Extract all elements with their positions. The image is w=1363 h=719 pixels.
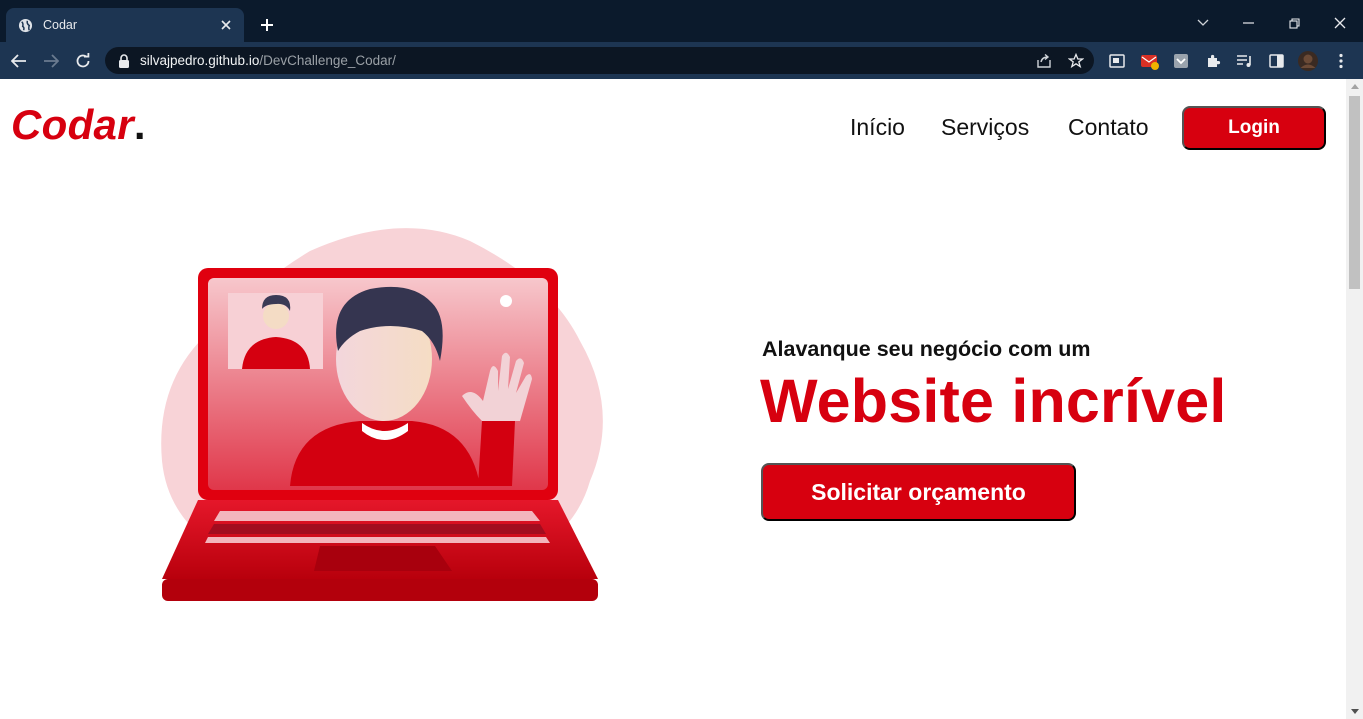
globe-icon: [18, 18, 33, 32]
chevron-down-icon[interactable]: [1180, 8, 1226, 38]
nav-link-inicio[interactable]: Início: [850, 114, 905, 141]
url-host: silvajpedro.github.io: [140, 53, 260, 68]
side-panel-icon[interactable]: [1265, 50, 1287, 72]
address-bar[interactable]: silvajpedro.github.io/DevChallenge_Codar…: [105, 47, 1094, 74]
lock-icon[interactable]: [118, 53, 130, 68]
request-quote-button[interactable]: Solicitar orçamento: [761, 463, 1076, 521]
back-icon[interactable]: [8, 50, 30, 72]
hero-subtitle: Alavanque seu negócio com um: [762, 337, 1091, 361]
mail-extension-icon[interactable]: [1139, 50, 1161, 72]
hero-headline: Website incrível: [760, 367, 1227, 435]
nav-link-contato[interactable]: Contato: [1068, 114, 1149, 141]
reload-icon[interactable]: [72, 50, 94, 72]
plus-icon[interactable]: [255, 14, 279, 36]
tab-title: Codar: [43, 18, 78, 32]
more-icon[interactable]: [1330, 50, 1352, 72]
share-icon[interactable]: [1033, 47, 1055, 74]
web-page: Codar. Início Serviços Contato Login Ala…: [0, 79, 1346, 719]
browser-tab[interactable]: Codar: [6, 8, 244, 42]
logo-dot: .: [133, 101, 146, 148]
scrollbar-thumb[interactable]: [1349, 96, 1360, 289]
page-scrollbar[interactable]: [1346, 79, 1363, 719]
forward-icon[interactable]: [40, 50, 62, 72]
logo-text: Codar: [11, 101, 134, 148]
browser-toolbar: silvajpedro.github.io/DevChallenge_Codar…: [0, 42, 1363, 79]
minimize-icon[interactable]: [1225, 8, 1271, 38]
extensions-icon[interactable]: [1202, 50, 1224, 72]
nav-link-servicos[interactable]: Serviços: [941, 114, 1029, 141]
close-icon[interactable]: [218, 17, 234, 33]
pocket-icon[interactable]: [1170, 50, 1192, 72]
tab-manager-icon[interactable]: [1106, 50, 1128, 72]
site-logo[interactable]: Codar.: [11, 101, 146, 149]
url-path: /DevChallenge_Codar/: [259, 53, 396, 68]
login-button[interactable]: Login: [1182, 106, 1326, 150]
scroll-up-icon[interactable]: [1351, 84, 1359, 89]
scroll-down-icon[interactable]: [1351, 709, 1359, 714]
reading-list-icon[interactable]: [1234, 50, 1256, 72]
hero-illustration: [161, 228, 603, 601]
browser-tabstrip: Codar: [0, 0, 1363, 42]
profile-avatar[interactable]: [1297, 50, 1319, 72]
star-icon[interactable]: [1065, 47, 1087, 74]
restore-icon[interactable]: [1271, 8, 1317, 38]
close-icon[interactable]: [1317, 8, 1363, 38]
